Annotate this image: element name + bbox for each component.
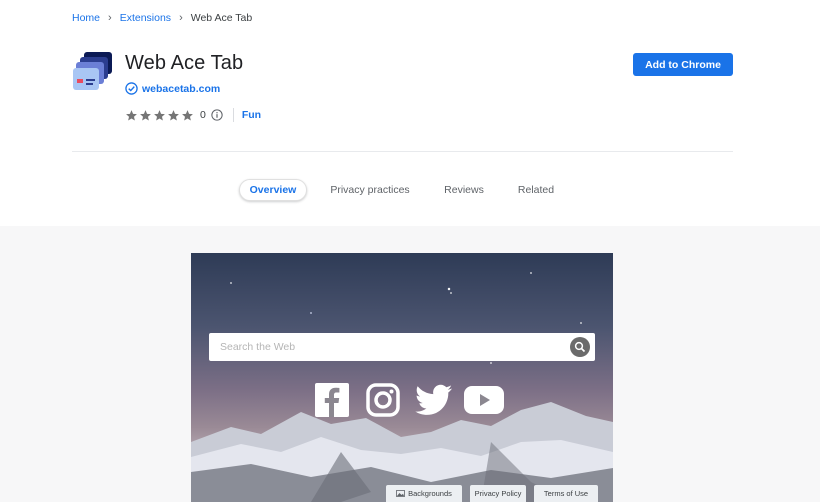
instagram-icon[interactable] <box>366 383 400 417</box>
verified-check-icon <box>125 82 138 95</box>
chevron-right-icon: › <box>108 12 112 24</box>
search-icon[interactable] <box>570 337 590 357</box>
extension-title: Web Ace Tab <box>125 52 244 74</box>
tab-reviews[interactable]: Reviews <box>438 179 490 201</box>
twitter-icon[interactable] <box>415 383 453 417</box>
backgrounds-label: Backgrounds <box>408 489 452 498</box>
tab-bar: Overview Privacy practices Reviews Relat… <box>0 179 820 201</box>
mountain-landscape <box>191 402 613 502</box>
star-icon <box>182 109 193 120</box>
category-link[interactable]: Fun <box>242 109 261 121</box>
divider <box>232 108 234 122</box>
terms-of-use-button[interactable]: Terms of Use <box>534 485 598 502</box>
header-divider <box>72 151 733 152</box>
info-icon[interactable] <box>211 109 223 121</box>
extension-logo-icon <box>73 52 112 90</box>
tab-related[interactable]: Related <box>511 179 561 201</box>
add-to-chrome-button[interactable]: Add to Chrome <box>633 53 733 76</box>
facebook-icon[interactable] <box>315 383 349 417</box>
search-placeholder: Search the Web <box>220 341 296 353</box>
star-icon <box>168 109 179 120</box>
image-icon <box>396 490 406 497</box>
breadcrumb-current: Web Ace Tab <box>190 12 253 24</box>
terms-of-use-label: Terms of Use <box>543 489 589 498</box>
publisher-link[interactable]: webacetab.com <box>142 83 220 95</box>
screenshot-search-input[interactable]: Search the Web <box>209 333 595 361</box>
star-icon <box>140 109 151 120</box>
backgrounds-button[interactable]: Backgrounds <box>386 485 462 502</box>
breadcrumb-extensions[interactable]: Extensions <box>120 12 171 24</box>
publisher-row: webacetab.com <box>125 82 220 95</box>
tab-privacy-practices[interactable]: Privacy practices <box>325 179 415 201</box>
rating-row: 0 Fun <box>125 108 261 122</box>
tab-overview[interactable]: Overview <box>239 179 307 201</box>
breadcrumb: Home › Extensions › Web Ace Tab <box>72 12 252 24</box>
privacy-policy-button[interactable]: Privacy Policy <box>470 485 526 502</box>
breadcrumb-home[interactable]: Home <box>72 12 100 24</box>
star-icon <box>126 109 137 120</box>
privacy-policy-label: Privacy Policy <box>474 489 522 498</box>
chevron-right-icon: › <box>179 12 183 24</box>
youtube-icon[interactable] <box>463 383 505 417</box>
screenshot-image[interactable]: Search the Web Backgrounds Privacy Polic… <box>191 253 613 502</box>
rating-count: 0 <box>200 109 206 121</box>
star-icon <box>154 109 165 120</box>
rating-stars <box>125 109 194 122</box>
